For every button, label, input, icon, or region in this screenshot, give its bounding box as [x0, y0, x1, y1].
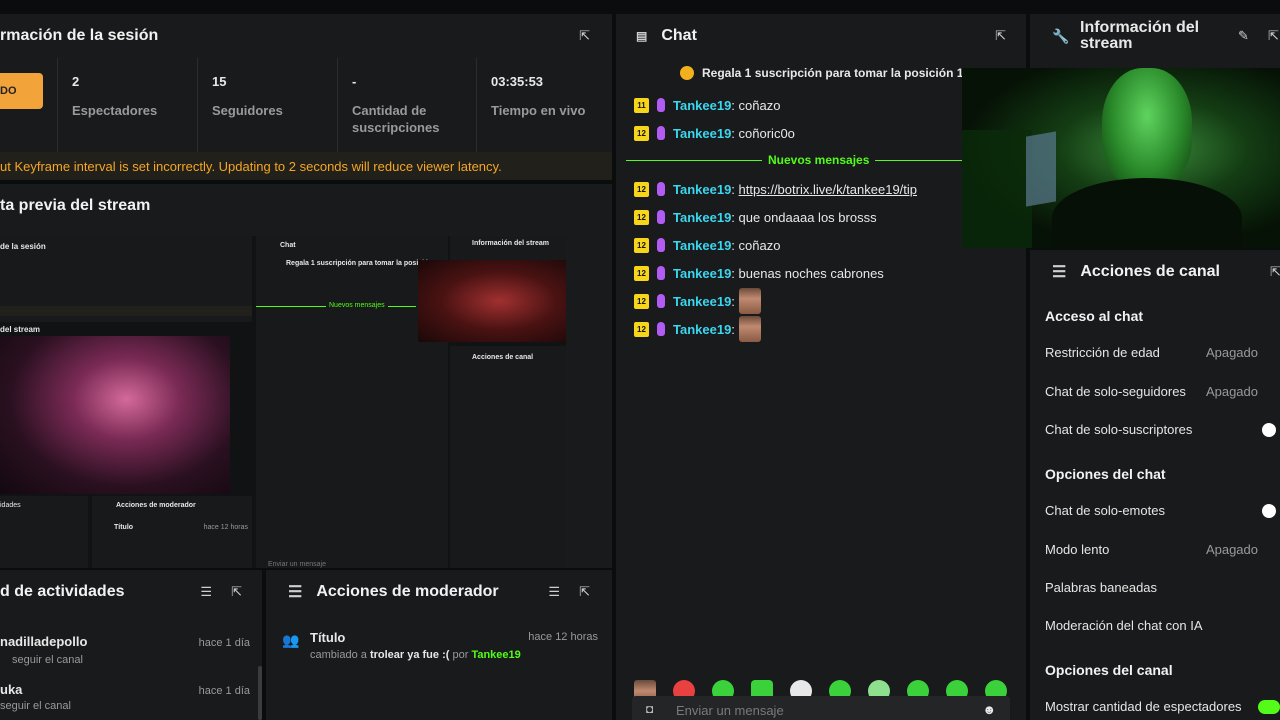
coin-icon: [680, 66, 694, 80]
toggle[interactable]: [1262, 504, 1276, 518]
preview-title: ta previa del stream: [0, 197, 151, 214]
stat-viewers: 2 Espectadores: [57, 58, 197, 166]
setting-banned-words[interactable]: Palabras baneadas: [1045, 580, 1280, 595]
stat-live-time: 03:35:53 Tiempo en vivo: [476, 58, 612, 166]
session-header: rmación de la sesión: [0, 14, 612, 58]
chat-message[interactable]: 12 Tankee19:: [634, 316, 761, 342]
edit-icon[interactable]: ✎: [1238, 28, 1249, 44]
stat-subscriptions: - Cantidad de suscripciones: [337, 58, 476, 166]
list-icon: ☰: [288, 584, 303, 601]
popout-icon[interactable]: ⇱: [995, 28, 1006, 44]
mic-icon: [657, 238, 665, 252]
mic-icon: [657, 126, 665, 140]
chat-message[interactable]: 12 Tankee19: coñazo: [634, 236, 780, 254]
activity-feed-panel: d de actividades ☰ ⇱ nadilladepollo segu…: [0, 570, 262, 720]
moderator-actions-panel: ☰ Acciones de moderador ☰ ⇱ 👥 Título hac…: [266, 570, 612, 720]
actions-header: ☰ Acciones de canal: [1030, 250, 1280, 294]
toggle-on[interactable]: [1258, 700, 1280, 714]
mic-icon: [657, 98, 665, 112]
actions-title: Acciones de canal: [1080, 263, 1220, 280]
mini-moderator: Acciones de moderador Título hace 12 hor…: [92, 496, 252, 568]
chat-icon: ▤: [636, 29, 648, 43]
section-channel-options: Opciones del canal: [1045, 662, 1173, 678]
activity-header: d de actividades: [0, 570, 262, 614]
top-bar: [0, 0, 1280, 12]
filter-icon[interactable]: ☰: [200, 584, 212, 600]
mod-item-title: Título: [310, 630, 346, 645]
chat-message[interactable]: 12 Tankee19: https://botrix.live/k/tanke…: [634, 180, 917, 198]
channel-actions-panel: ☰ Acciones de canal ⇱ Acceso al chat Res…: [1030, 250, 1280, 720]
chat-message[interactable]: 12 Tankee19: buenas noches cabrones: [634, 264, 884, 282]
stat-followers: 15 Seguidores: [197, 58, 337, 166]
toggle[interactable]: [1262, 423, 1276, 437]
setting-followers-only[interactable]: Chat de solo-seguidores Apagado: [1045, 384, 1280, 399]
chat-message[interactable]: 12 Tankee19:: [634, 288, 761, 314]
mic-icon: [657, 266, 665, 280]
chat-message[interactable]: 12 Tankee19: que ondaaaa los brosss: [634, 208, 877, 226]
section-chat-access: Acceso al chat: [1045, 308, 1144, 324]
chat-message[interactable]: 11 Tankee19: coñazo: [634, 96, 780, 114]
filter-icon[interactable]: ☰: [548, 584, 560, 600]
setting-show-viewers[interactable]: Mostrar cantidad de espectadores: [1045, 699, 1280, 714]
pinned-message: Regala 1 suscripción para tomar la posic…: [680, 66, 963, 80]
emoji-icon[interactable]: ☻: [982, 702, 996, 717]
mic-icon: [657, 182, 665, 196]
users-icon: 👥: [282, 632, 300, 648]
face-emote: [738, 288, 761, 314]
info-title: Información del stream: [1080, 19, 1200, 52]
setting-slow-mode[interactable]: Modo lento Apagado: [1045, 542, 1280, 557]
chat-link: https://botrix.live/k/tankee19/tip: [738, 181, 918, 197]
mod-item-time: hace 12 horas: [528, 631, 598, 643]
chat-message[interactable]: 12 Tankee19: coñoric0o: [634, 124, 795, 142]
setting-ai-moderation[interactable]: Moderación del chat con IA: [1045, 618, 1280, 633]
chat-title: Chat: [661, 27, 697, 44]
moderator-title: Acciones de moderador: [316, 583, 499, 600]
popout-icon[interactable]: ⇱: [579, 584, 590, 600]
mic-icon: [657, 294, 665, 308]
mini-info: Información del stream: [450, 236, 566, 260]
wrench-icon: 🔧: [1052, 28, 1070, 44]
stream-preview-video[interactable]: de la sesión del stream idades Acciones …: [0, 236, 566, 568]
list-icon: ☰: [1052, 264, 1067, 281]
popout-icon[interactable]: ⇱: [1268, 28, 1279, 44]
session-title: rmación de la sesión: [0, 27, 159, 44]
activity-title: d de actividades: [0, 583, 125, 600]
mini-actions: Acciones de canal: [450, 346, 566, 568]
webcam-overlay: [962, 68, 1280, 248]
mini-session: de la sesión: [0, 236, 252, 322]
scrollbar[interactable]: [258, 666, 262, 720]
shield-icon: ◘: [646, 702, 654, 716]
mic-icon: [657, 210, 665, 224]
setting-emotes-only[interactable]: Chat de solo-emotes: [1045, 503, 1280, 518]
setting-age-restriction[interactable]: Restricción de edad Apagado: [1045, 345, 1280, 360]
chat-input[interactable]: ◘ Enviar un mensaje ☻: [632, 696, 1010, 720]
status-badge: DO: [0, 73, 43, 109]
setting-subs-only[interactable]: Chat de solo-suscriptores: [1045, 422, 1280, 437]
popout-icon[interactable]: ⇱: [231, 584, 242, 600]
keyframe-warning: ut Keyframe interval is set incorrectly.…: [0, 152, 612, 180]
new-messages-label: Nuevos mensajes: [762, 153, 876, 167]
mini-activities: idades: [0, 496, 88, 568]
popout-icon[interactable]: ⇱: [1270, 264, 1280, 280]
moderator-header: ☰ Acciones de moderador: [266, 570, 612, 614]
list-item: nadilladepollo seguir el canal hace 1 dí…: [0, 634, 250, 666]
mod-item-desc: cambiado a trolear ya fue :( por Tankee1…: [310, 649, 521, 661]
section-chat-options: Opciones del chat: [1045, 466, 1166, 482]
mini-webcam-pink: [0, 336, 230, 494]
list-item: uka seguir el canal hace 1 día: [0, 682, 250, 712]
preview-header: ta previa del stream: [0, 184, 612, 228]
chat-header: ▤ Chat: [616, 14, 1026, 58]
face-emote: [738, 316, 761, 342]
mini-stream-label: del stream: [0, 325, 41, 334]
mic-icon: [657, 322, 665, 336]
popout-icon[interactable]: ⇱: [579, 28, 590, 44]
mini-webcam-red: [418, 260, 566, 342]
